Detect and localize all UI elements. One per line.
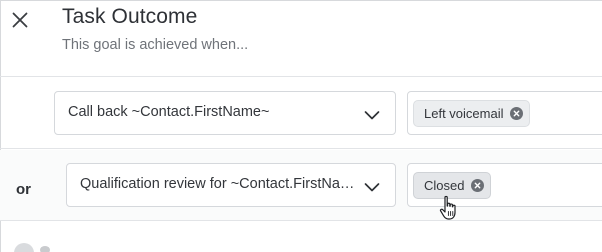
condition-row: Call back ~Contact.FirstName~ Left voice… [0,78,602,149]
close-button[interactable] [8,8,32,32]
hand-pointer-cursor [439,195,456,220]
outcome-tag: Left voicemail [413,100,531,127]
panel-subtitle: This goal is achieved when... [62,37,249,53]
remove-circle-icon[interactable] [510,107,524,120]
condition-row: or Qualification review for ~Contact.Fir… [0,150,602,221]
task-select-value: Qualification review for ~Contact.FirstN… [80,176,364,192]
chevron-down-icon [364,111,380,120]
task-select[interactable]: Call back ~Contact.FirstName~ [54,91,396,135]
task-select-value: Call back ~Contact.FirstName~ [68,104,270,120]
outcome-tag-label: Closed [424,178,465,193]
outcome-tag-label: Left voicemail [424,106,504,121]
outcome-tags-field[interactable]: Left voicemail [407,91,602,135]
panel-title: Task Outcome [62,5,198,28]
remove-circle-icon[interactable] [471,179,485,192]
outcome-tags-field[interactable]: Closed [407,163,602,207]
or-connector-label: or [16,181,31,198]
panel-header: Task Outcome This goal is achieved when.… [0,0,602,77]
close-icon [12,12,28,28]
chevron-down-icon [364,183,380,192]
task-select[interactable]: Qualification review for ~Contact.FirstN… [66,163,396,207]
add-condition-label-partial [40,246,50,252]
